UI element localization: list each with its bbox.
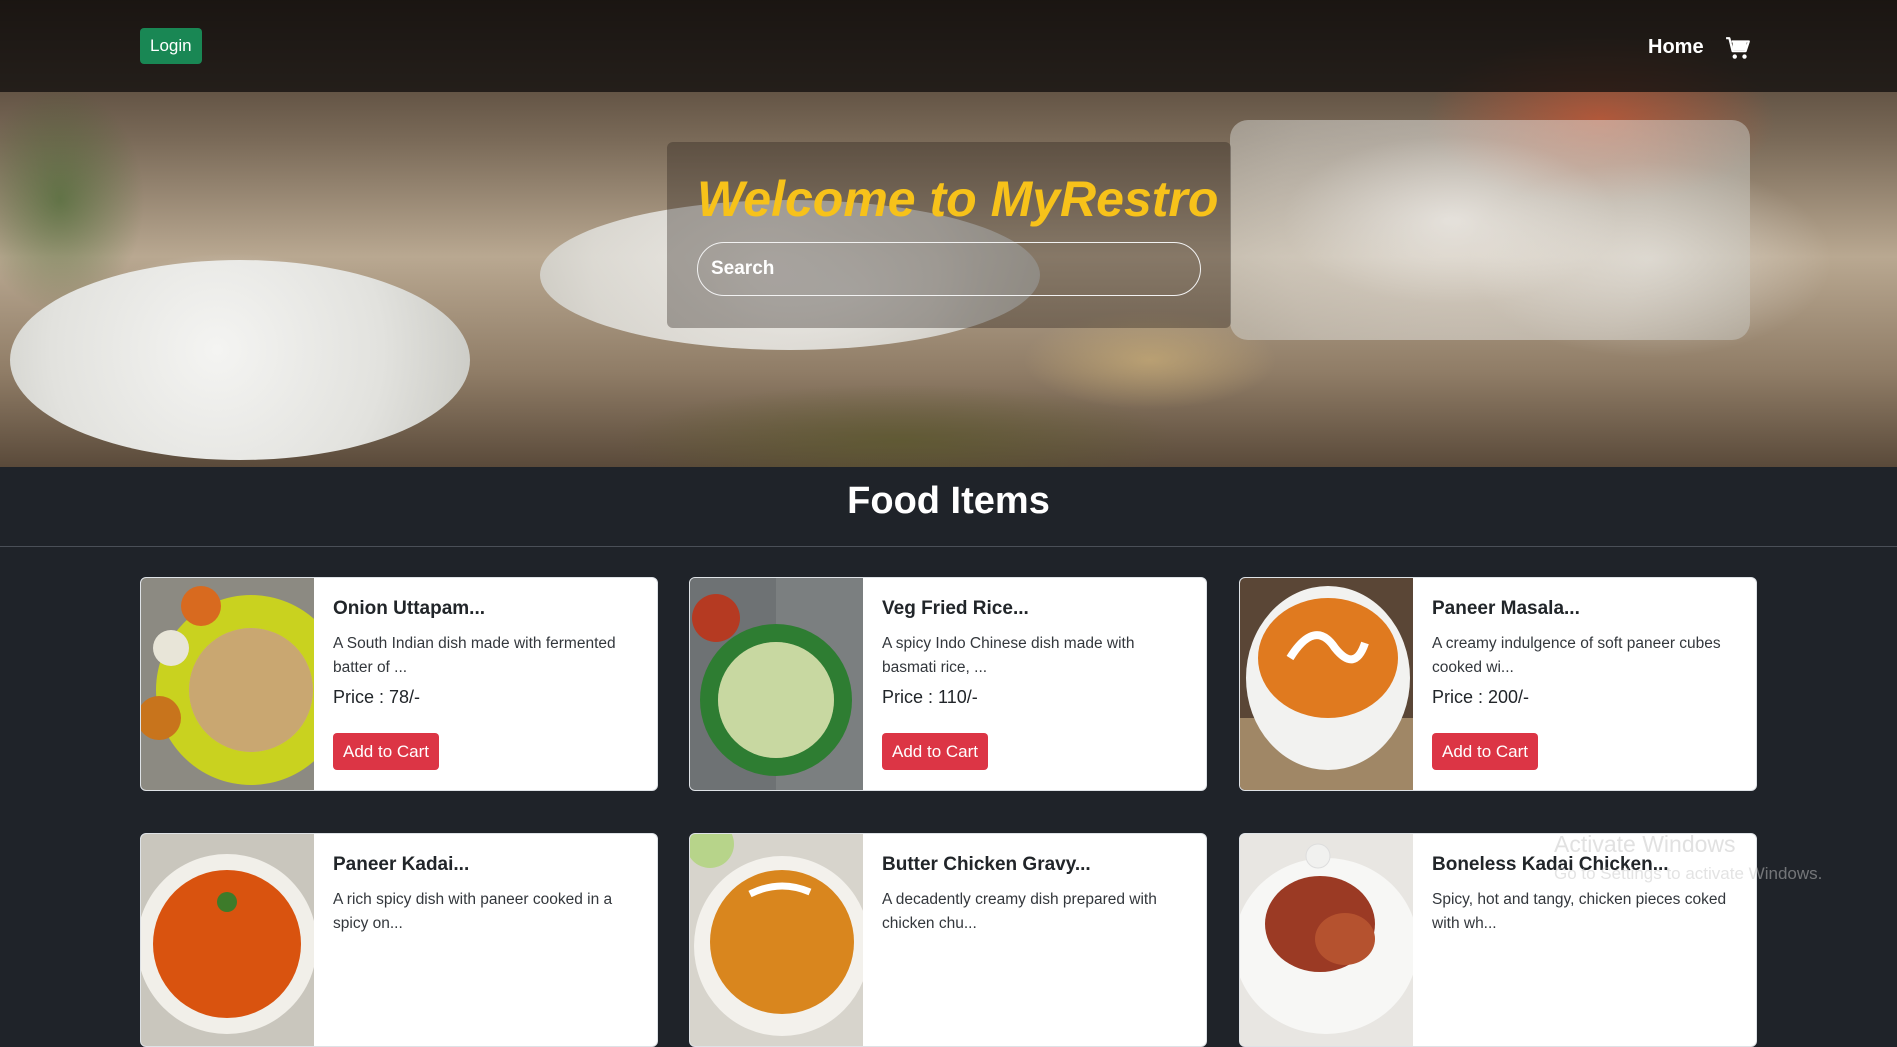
nav-home-link[interactable]: Home: [1648, 36, 1704, 59]
navbar: Login Home: [0, 0, 1897, 92]
section-divider: [0, 546, 1897, 547]
add-to-cart-button[interactable]: Add to Cart: [333, 733, 439, 770]
add-to-cart-button[interactable]: Add to Cart: [882, 733, 988, 770]
food-image: [1240, 578, 1413, 790]
food-name: Veg Fried Rice...: [882, 598, 1029, 619]
food-description: Spicy, hot and tangy, chicken pieces cok…: [1432, 891, 1727, 932]
food-card: Paneer Kadai... A rich spicy dish with p…: [140, 833, 658, 1047]
food-image: [141, 834, 314, 1046]
food-price: Price : 110/-: [882, 687, 978, 707]
search-input[interactable]: [697, 242, 1201, 296]
food-price: Price : 200/-: [1432, 687, 1530, 707]
section-title: Food Items: [847, 480, 1050, 522]
activation-watermark-subtitle: Go to Settings to activate Windows.: [1554, 864, 1823, 883]
food-name: Onion Uttapam...: [333, 598, 485, 619]
food-card: Paneer Masala... A creamy indulgence of …: [1239, 577, 1757, 791]
food-price: Price : 78/-: [333, 687, 421, 707]
food-name: Paneer Masala...: [1432, 598, 1580, 619]
food-description: A creamy indulgence of soft paneer cubes…: [1432, 635, 1721, 676]
welcome-title: Welcome to MyRestro: [697, 171, 1219, 227]
activation-watermark-title: Activate Windows: [1554, 831, 1736, 857]
add-to-cart-button[interactable]: Add to Cart: [1432, 733, 1538, 770]
food-description: A spicy Indo Chinese dish made with basm…: [882, 635, 1135, 676]
food-image: [690, 834, 863, 1046]
food-card: Butter Chicken Gravy... A decadently cre…: [689, 833, 1207, 1047]
cart-icon[interactable]: [1725, 36, 1751, 62]
food-image: [1240, 834, 1413, 1046]
food-card: Onion Uttapam... A South Indian dish mad…: [140, 577, 658, 791]
hero-tray-image: [1230, 120, 1750, 340]
food-description: A South Indian dish made with fermented …: [333, 635, 616, 676]
hero-plate-image: [10, 260, 470, 460]
food-name: Paneer Kadai...: [333, 854, 470, 875]
login-button[interactable]: Login: [140, 28, 202, 64]
food-description: A rich spicy dish with paneer cooked in …: [333, 891, 613, 932]
food-description: A decadently creamy dish prepared with c…: [882, 891, 1157, 932]
food-image: [690, 578, 863, 790]
food-card: Veg Fried Rice... A spicy Indo Chinese d…: [689, 577, 1207, 791]
food-name: Butter Chicken Gravy...: [882, 854, 1091, 875]
food-image: [141, 578, 314, 790]
